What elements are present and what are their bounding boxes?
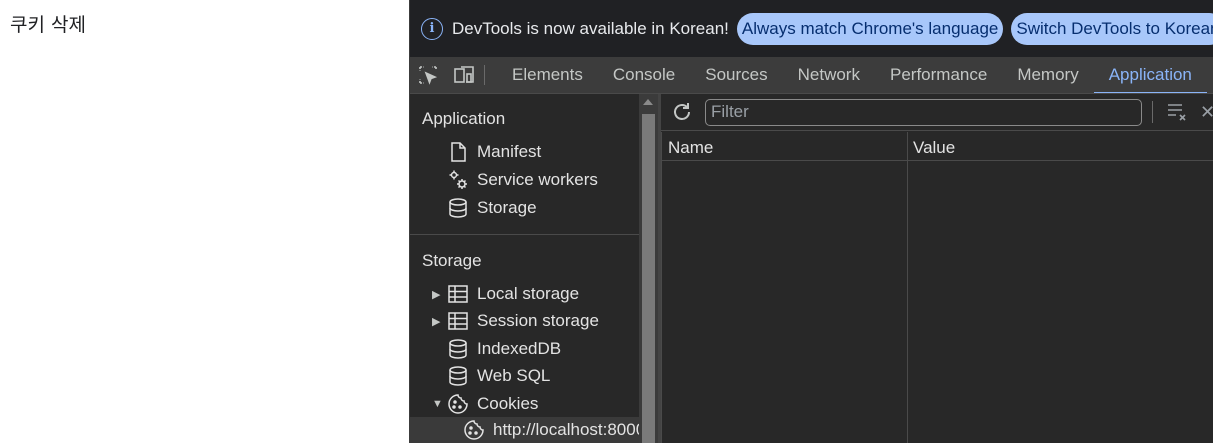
gears-icon bbox=[446, 169, 470, 191]
table-icon bbox=[446, 310, 470, 332]
info-icon: i bbox=[421, 17, 443, 40]
table-left-border bbox=[661, 132, 662, 443]
cookie-icon bbox=[446, 393, 470, 415]
table-icon bbox=[446, 283, 470, 305]
cookies-table-header: Name Value bbox=[661, 132, 1213, 161]
close-icon[interactable]: ✕ bbox=[1200, 102, 1213, 123]
language-infobar: i DevTools is now available in Korean! A… bbox=[410, 0, 1213, 57]
sidebar-divider bbox=[410, 234, 639, 235]
expand-arrow-icon[interactable]: ▶ bbox=[432, 315, 442, 328]
sidebar-item-manifest[interactable]: Manifest bbox=[410, 139, 639, 165]
column-header-value[interactable]: Value bbox=[913, 138, 955, 158]
device-toolbar-icon[interactable] bbox=[446, 57, 482, 93]
tab-performance[interactable]: Performance bbox=[875, 57, 1002, 93]
cookies-panel: ✕ Name Value bbox=[661, 94, 1213, 443]
sidebar-item-storage[interactable]: Storage bbox=[410, 195, 639, 221]
scrollbar-thumb[interactable] bbox=[642, 114, 655, 443]
switch-to-korean-button[interactable]: Switch DevTools to Korean bbox=[1011, 12, 1213, 45]
page-area: 쿠키 삭제 bbox=[0, 0, 409, 443]
database-icon bbox=[446, 197, 470, 219]
column-divider[interactable] bbox=[907, 132, 908, 443]
section-title-application: Application bbox=[422, 109, 506, 128]
devtools-panel: i DevTools is now available in Korean! A… bbox=[409, 0, 1213, 443]
database-icon bbox=[446, 365, 470, 387]
tab-network[interactable]: Network bbox=[783, 57, 875, 93]
devtools-tabbar: Elements Console Sources Network Perform… bbox=[410, 57, 1213, 94]
sidebar-item-indexeddb[interactable]: IndexedDB bbox=[410, 336, 639, 362]
toolbar-separator bbox=[1152, 101, 1153, 123]
tab-sources[interactable]: Sources bbox=[690, 57, 782, 93]
always-match-language-button[interactable]: Always match Chrome's language bbox=[736, 12, 1004, 45]
refresh-icon[interactable] bbox=[670, 100, 694, 124]
cookies-toolbar: ✕ bbox=[661, 94, 1213, 131]
collapse-arrow-icon[interactable]: ▼ bbox=[432, 398, 443, 410]
application-sidebar: Application Manifest Service workers Sto… bbox=[410, 94, 639, 443]
cookie-icon bbox=[462, 419, 486, 441]
sidebar-item-session-storage[interactable]: ▶ Session storage bbox=[410, 308, 639, 334]
column-header-name[interactable]: Name bbox=[668, 138, 713, 158]
sidebar-item-cookies[interactable]: ▼ Cookies bbox=[410, 391, 639, 417]
inspect-element-icon[interactable] bbox=[410, 57, 446, 93]
clear-filtered-icon[interactable] bbox=[1165, 100, 1189, 124]
sidebar-item-web-sql[interactable]: Web SQL bbox=[410, 363, 639, 389]
tab-memory[interactable]: Memory bbox=[1002, 57, 1093, 93]
database-icon bbox=[446, 338, 470, 360]
section-title-storage: Storage bbox=[422, 251, 482, 270]
sidebar-item-service-workers[interactable]: Service workers bbox=[410, 167, 639, 193]
tab-elements[interactable]: Elements bbox=[497, 57, 598, 93]
infobar-message: DevTools is now available in Korean! bbox=[452, 18, 729, 38]
sidebar-item-local-storage[interactable]: ▶ Local storage bbox=[410, 281, 639, 307]
tab-application[interactable]: Application bbox=[1093, 57, 1208, 93]
sidebar-scrollbar[interactable] bbox=[639, 94, 658, 443]
filter-input[interactable] bbox=[705, 98, 1142, 126]
page-title: 쿠키 삭제 bbox=[10, 14, 86, 36]
scroll-up-arrow-icon[interactable] bbox=[643, 99, 653, 105]
tab-separator bbox=[484, 65, 485, 85]
document-icon bbox=[446, 141, 470, 163]
expand-arrow-icon[interactable]: ▶ bbox=[432, 288, 442, 301]
sidebar-item-cookie-localhost[interactable]: http://localhost:8000 bbox=[410, 417, 639, 443]
tab-console[interactable]: Console bbox=[598, 57, 690, 93]
